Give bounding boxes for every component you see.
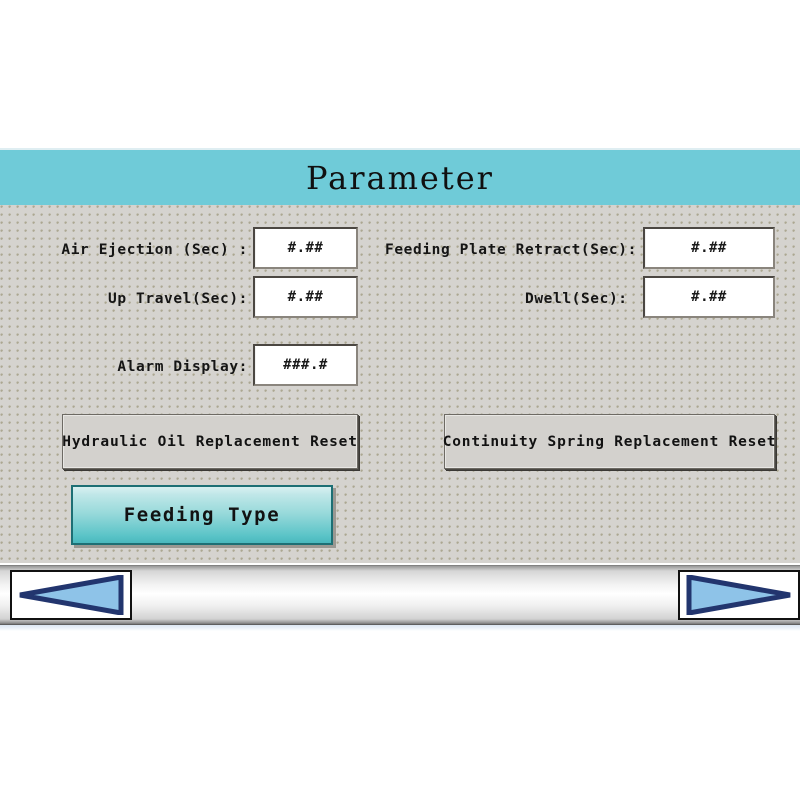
nav-next-button[interactable]: [678, 570, 800, 620]
feeding-type-label: Feeding Type: [123, 504, 281, 526]
up-travel-label: Up Travel(Sec):: [108, 291, 248, 307]
hydraulic-oil-replacement-reset-button[interactable]: Hydraulic Oil Replacement Reset: [62, 414, 358, 469]
bottom-bar-underline: [0, 625, 800, 631]
air-ejection-label: Air Ejection (Sec) :: [61, 242, 248, 258]
dwell-input[interactable]: #.##: [643, 276, 775, 318]
feeding-plate-retract-input[interactable]: #.##: [643, 227, 775, 269]
air-ejection-input[interactable]: #.##: [253, 227, 358, 269]
nav-prev-button[interactable]: [10, 570, 132, 620]
continuity-spring-replacement-reset-label: Continuity Spring Replacement Reset: [442, 433, 777, 450]
air-ejection-value: #.##: [287, 240, 324, 256]
title-bar: Parameter: [0, 148, 800, 205]
continuity-spring-replacement-reset-button[interactable]: Continuity Spring Replacement Reset: [442, 414, 777, 469]
alarm-display-value: ###.#: [283, 357, 328, 373]
alarm-display-label: Alarm Display:: [117, 359, 248, 375]
feeding-plate-retract-label: Feeding Plate Retract(Sec):: [385, 242, 637, 258]
up-travel-input[interactable]: #.##: [253, 276, 358, 318]
hmi-screen: Parameter Air Ejection (Sec) : #.## Feed…: [0, 0, 800, 800]
up-travel-value: #.##: [287, 289, 324, 305]
feeding-type-button[interactable]: Feeding Type: [71, 485, 333, 545]
dwell-value: #.##: [691, 289, 727, 305]
right-triangle-arrow-icon: [685, 575, 793, 615]
page-title: Parameter: [306, 158, 494, 197]
feeding-plate-retract-value: #.##: [691, 240, 727, 256]
dwell-label: Dwell(Sec):: [525, 291, 628, 307]
hydraulic-oil-replacement-reset-label: Hydraulic Oil Replacement Reset: [62, 433, 358, 450]
left-triangle-arrow-icon: [17, 575, 125, 615]
alarm-display-input[interactable]: ###.#: [253, 344, 358, 386]
